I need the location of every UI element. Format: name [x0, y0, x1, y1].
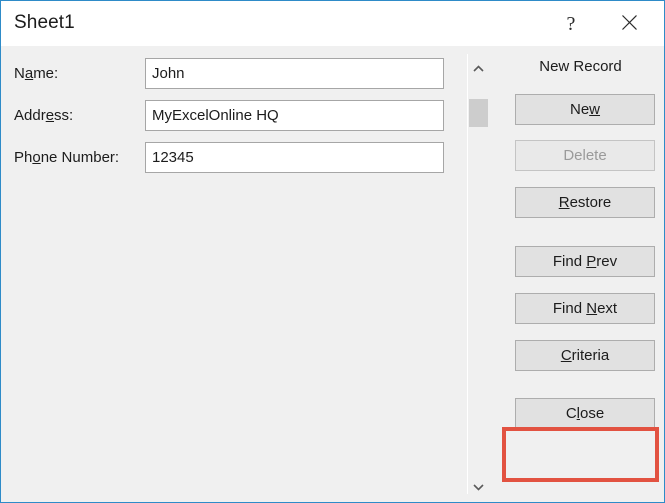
- title-bar: Sheet1 ?: [1, 1, 664, 46]
- name-input[interactable]: [145, 58, 444, 89]
- close-button[interactable]: Close: [515, 398, 655, 429]
- new-button[interactable]: New: [515, 94, 655, 125]
- data-form-dialog: Sheet1 ? Name: Address: Pho: [0, 0, 665, 503]
- phone-number-label: Phone Number:: [14, 149, 120, 166]
- scrollbar-track[interactable]: [469, 78, 488, 477]
- scroll-up-icon[interactable]: [469, 59, 488, 78]
- action-panel: New Record New Delete Restore Find Prev …: [506, 46, 664, 502]
- delete-button[interactable]: Delete: [515, 140, 655, 171]
- record-status-label: New Record: [539, 58, 622, 75]
- scroll-down-icon[interactable]: [469, 477, 488, 496]
- close-window-button[interactable]: [606, 1, 652, 46]
- record-scrollbar[interactable]: [469, 59, 488, 496]
- panel-divider: [467, 54, 468, 494]
- close-icon: [621, 14, 638, 34]
- scrollbar-thumb[interactable]: [469, 99, 488, 127]
- address-input[interactable]: [145, 100, 444, 131]
- window-title: Sheet1: [14, 12, 75, 33]
- address-label: Address:: [14, 107, 74, 124]
- phone-number-input[interactable]: [145, 142, 444, 173]
- dialog-body: Name: Address: Phone Number:: [1, 46, 664, 502]
- find-prev-button[interactable]: Find Prev: [515, 246, 655, 277]
- find-next-button[interactable]: Find Next: [515, 293, 655, 324]
- name-label: Name:: [14, 65, 59, 82]
- criteria-button[interactable]: Criteria: [515, 340, 655, 371]
- question-mark-icon: ?: [566, 12, 576, 35]
- restore-button[interactable]: Restore: [515, 187, 655, 218]
- help-button[interactable]: ?: [548, 1, 594, 46]
